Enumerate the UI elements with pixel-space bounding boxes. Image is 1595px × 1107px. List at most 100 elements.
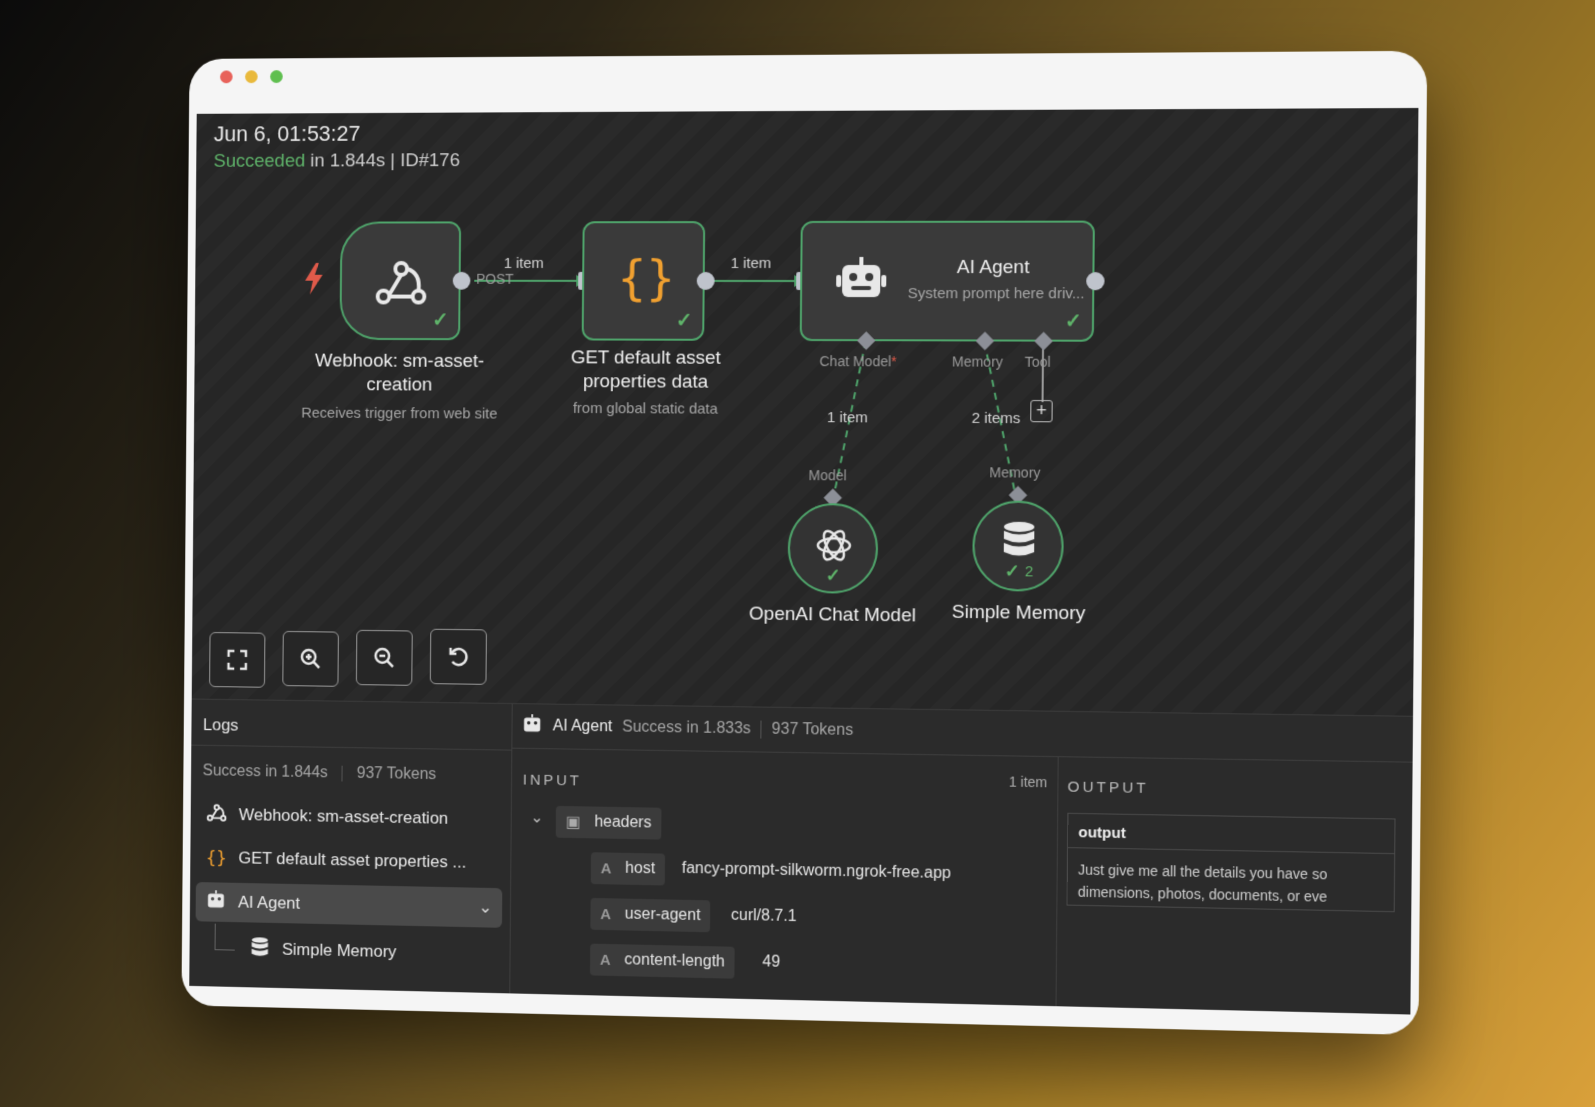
string-type-icon: A [600,859,612,877]
webhook-node-subtitle: Receives trigger from web site [301,404,498,423]
log-item-webhook[interactable]: Webhook: sm-asset-creation [196,796,503,839]
header-key-host[interactable]: A host [590,852,666,886]
success-check-icon: ✓ [675,309,693,332]
get-edge-count: 1 item [730,254,772,272]
cube-icon: ▣ [565,814,581,832]
headers-label: headers [594,813,652,832]
chat-model-port-label: Chat Model* [819,353,897,370]
log-item-simple-memory[interactable]: Simple Memory [239,930,501,973]
logs-summary-tokens: 937 Tokens [356,764,437,784]
fit-view-icon [227,649,248,671]
minimize-window-button[interactable] [245,70,258,84]
output-label: OUTPUT [1067,778,1149,798]
simple-memory-node[interactable]: ✓ 2 [972,500,1064,592]
braces-icon: {} [617,251,676,307]
memory-port-label: Memory [951,353,1004,370]
webhook-method-label: POST [476,270,514,287]
undo-icon [447,645,471,669]
header-value-host: fancy-prompt-silkworm.ngrok-free.app [681,859,951,883]
workflow-app: Jun 6, 01:53:27 Succeeded in 1.844s | ID… [189,107,1419,1015]
window-titlebar [189,51,1427,114]
ai-agent-node[interactable]: AI Agent System prompt here driv... ✓ [799,220,1095,342]
header-value-content-length: 49 [762,953,781,971]
success-check-icon: ✓ [1004,561,1020,582]
webhook-icon [204,802,229,827]
zoom-out-icon [373,646,397,670]
memory-input-label: Memory [989,464,1041,481]
log-item-label: GET default asset properties ... [238,848,467,872]
app-window: Jun 6, 01:53:27 Succeeded in 1.844s | ID… [181,50,1428,1036]
webhook-node[interactable]: ✓ [339,221,462,341]
webhook-icon [374,257,429,313]
add-tool-button[interactable]: + [1030,400,1053,423]
chevron-down-icon[interactable]: ⌄ [478,898,492,918]
log-item-get-data[interactable]: {} GET default asset properties ... [196,839,503,882]
robot-icon [521,713,543,739]
output-column-header: output [1068,813,1395,855]
get-node-title: GET default asset properties data [570,347,721,393]
logs-sidebar: Logs Success in 1.844s 937 Tokens Webhoo… [189,699,513,994]
run-detail: AI Agent Success in 1.833s 937 Tokens IN… [509,704,1414,1014]
database-icon [1003,521,1036,565]
logs-panel: Logs Success in 1.844s 937 Tokens Webhoo… [189,698,1414,1015]
trigger-bolt-icon [303,262,325,299]
webhook-edge-count: 1 item [503,255,544,272]
success-check-icon: ✓ [825,565,841,586]
log-item-label: Webhook: sm-asset-creation [238,805,449,828]
agent-output-port[interactable] [1086,272,1105,291]
logs-summary: Success in 1.844s 937 Tokens [203,762,437,784]
output-table: output Just give me all the details you … [1066,812,1396,913]
headers-object-chip[interactable]: ▣ headers [555,805,662,840]
logs-summary-time: Success in 1.844s [202,762,328,782]
log-item-label: AI Agent [237,892,301,913]
memory-node-title: Simple Memory [951,601,1086,625]
agent-node-subtitle: System prompt here driv... [907,285,1085,303]
chevron-down-icon[interactable]: ⌄ [530,807,543,827]
get-data-node[interactable]: {} ✓ [581,221,706,341]
get-output-port[interactable] [696,271,715,290]
run-detail-status: Success in 1.833s [622,718,751,738]
log-item-ai-agent[interactable]: AI Agent ⌄ [195,882,503,928]
log-item-label: Simple Memory [281,939,397,962]
openai-node-title: OpenAI Chat Model [748,603,917,627]
close-window-button[interactable] [220,70,233,84]
success-check-icon: ✓ [1064,310,1082,333]
input-pane: INPUT 1 item ⌄ ▣ headers A host fancy-pr… [509,747,1059,1007]
input-label: INPUT [522,771,582,790]
header-key-content-length[interactable]: A content-length [589,943,735,979]
maximize-window-button[interactable] [270,70,283,84]
zoom-in-icon [299,647,322,671]
robot-icon [203,889,228,915]
header-key-user-agent[interactable]: A user-agent [590,897,711,933]
zoom-out-button[interactable] [355,629,413,686]
success-check-icon: ✓ [432,309,449,332]
output-pane: OUTPUT output Just give me all the detai… [1056,756,1413,1014]
model-edge-count: 1 item [826,409,868,427]
reset-zoom-button[interactable] [429,628,487,685]
robot-icon [836,256,887,308]
zoom-in-button[interactable] [282,630,339,687]
divider [760,720,762,739]
openai-chat-model-node[interactable]: ✓ [787,502,879,594]
memory-edge-count: 2 items [971,409,1021,428]
run-detail-tokens: 937 Tokens [771,720,854,739]
logs-header: Logs [191,699,512,751]
fit-view-button[interactable] [209,632,266,688]
string-type-icon: A [600,905,612,923]
database-icon [247,936,272,963]
workflow-canvas[interactable]: Jun 6, 01:53:27 Succeeded in 1.844s | ID… [191,107,1419,716]
string-type-icon: A [599,951,611,969]
webhook-node-title: Webhook: sm-asset-creation [315,350,485,396]
logs-title: Logs [202,715,239,735]
run-detail-node-name: AI Agent [552,717,613,736]
memory-run-badge: 2 [1024,563,1034,581]
output-cell[interactable]: Just give me all the details you have so… [1078,858,1365,908]
agent-node-title: AI Agent [956,256,1030,279]
webhook-output-port[interactable] [452,271,471,290]
header-value-user-agent: curl/8.7.1 [730,906,797,926]
braces-icon: {} [205,847,227,869]
model-input-label: Model [808,467,847,484]
input-items-count: 1 item [1008,773,1048,791]
get-node-subtitle: from global static data [572,400,718,418]
openai-icon [814,525,854,570]
